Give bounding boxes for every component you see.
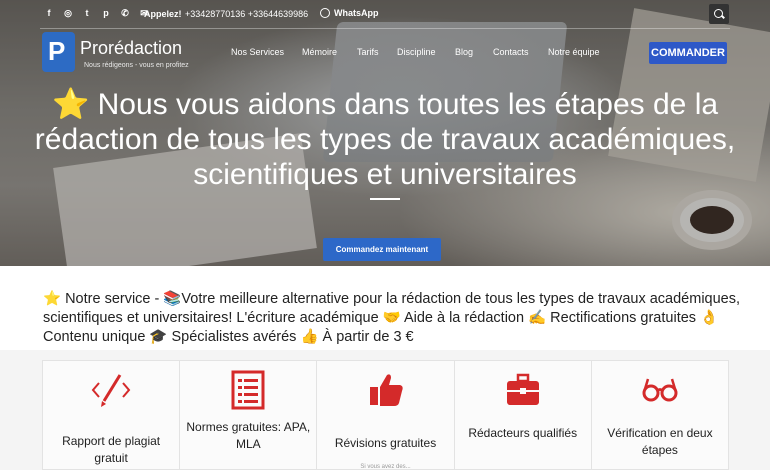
social-links: f ◎ t p ✆ ✉ <box>44 8 149 18</box>
search-button[interactable] <box>709 4 729 24</box>
nav-item-equipe[interactable]: Notre équipe <box>548 47 600 57</box>
instagram-icon[interactable]: ◎ <box>63 8 73 18</box>
phone-numbers[interactable]: +33428770136 +33644639986 <box>185 9 308 19</box>
document-list-icon <box>231 370 265 410</box>
feature-card-verification: Vérification en deux étapes <box>590 360 730 470</box>
nav-item-contacts[interactable]: Contacts <box>493 47 529 57</box>
nav-item-discipline[interactable]: Discipline <box>397 47 436 57</box>
nav-item-memoire[interactable]: Mémoire <box>302 47 337 57</box>
service-section: ⭐ Notre service - 📚Votre meilleure alter… <box>0 266 770 350</box>
top-bar: f ◎ t p ✆ ✉ Appelez! +33428770136 +33644… <box>0 0 770 28</box>
briefcase-icon <box>506 373 539 405</box>
logo-letter: P <box>48 36 66 66</box>
brand-name[interactable]: Prorédaction <box>80 38 182 59</box>
whatsapp-link[interactable]: WhatsApp <box>320 8 379 18</box>
feature-label: Révisions gratuites <box>334 436 437 450</box>
star-icon: ⭐ <box>51 88 90 121</box>
feature-card-plagiarism: Rapport de plagiat gratuit <box>42 360 181 470</box>
pinterest-icon[interactable]: p <box>101 8 111 18</box>
nav-item-tarifs[interactable]: Tarifs <box>357 47 379 57</box>
feature-label: Normes gratuites: APA, MLA <box>186 420 311 451</box>
feature-cards: Rapport de plagiat gratuit Normes gratui… <box>42 360 730 470</box>
thumbs-up-icon <box>369 374 403 406</box>
order-now-button[interactable]: Commandez maintenant <box>323 238 441 261</box>
brand-tagline: Nous rédigeons - vous en profitez <box>84 62 189 69</box>
feature-label: Rapport de plagiat gratuit <box>62 434 161 465</box>
nav-item-blog[interactable]: Blog <box>455 47 473 57</box>
code-pen-icon <box>91 374 131 407</box>
hero-title-text: Nous vous aidons dans toutes les étapes … <box>34 88 736 191</box>
hero-title: ⭐ Nous vous aidons dans toutes les étape… <box>20 87 750 192</box>
nav-item-services[interactable]: Nos Services <box>231 47 284 57</box>
feature-card-norms: Normes gratuites: APA, MLA <box>179 360 318 470</box>
logo[interactable]: P <box>42 32 75 72</box>
whatsapp-label: WhatsApp <box>334 8 379 18</box>
facebook-icon[interactable]: f <box>44 8 54 18</box>
phone-icon[interactable]: ✆ <box>120 8 130 18</box>
hero-section: f ◎ t p ✆ ✉ Appelez! +33428770136 +33644… <box>0 0 770 266</box>
feature-label: Vérification en deux étapes <box>607 426 713 457</box>
feature-label: Rédacteurs qualifiés <box>468 426 578 440</box>
feature-card-revisions: Révisions gratuites Si vous avez des... <box>316 360 455 470</box>
feature-sublabel: Si vous avez des... <box>360 464 411 470</box>
feature-card-writers: Rédacteurs qualifiés <box>453 360 592 470</box>
commander-button[interactable]: COMMANDER <box>649 42 727 64</box>
twitter-icon[interactable]: t <box>82 8 92 18</box>
hero-divider <box>370 198 400 200</box>
call-label: Appelez! <box>144 9 182 19</box>
whatsapp-icon <box>320 8 330 18</box>
service-description: ⭐ Notre service - 📚Votre meilleure alter… <box>43 291 741 345</box>
glasses-icon <box>642 378 678 402</box>
header-divider <box>40 28 730 29</box>
